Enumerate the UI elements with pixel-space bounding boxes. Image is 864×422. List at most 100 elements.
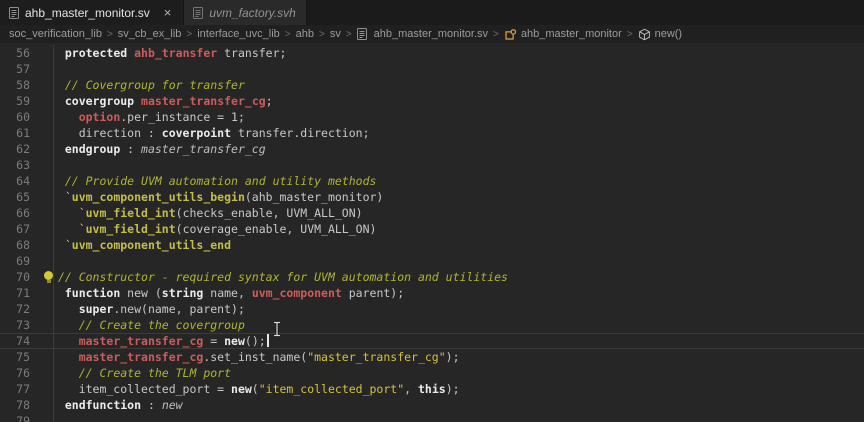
code-line-72[interactable]: 72 super.new(name, parent);	[0, 301, 864, 317]
line-number: 57	[0, 61, 30, 77]
code-line-71[interactable]: 71 function new (string name, uvm_compon…	[0, 285, 864, 301]
breadcrumb-label: ahb_master_monitor	[521, 28, 622, 40]
code-line-76[interactable]: 76 // Create the TLM port	[0, 365, 864, 381]
line-number: 65	[0, 189, 30, 205]
code-line-67[interactable]: 67 `uvm_field_int(coverage_enable, UVM_A…	[0, 221, 864, 237]
breadcrumb-separator: >	[285, 29, 291, 40]
line-number: 58	[0, 77, 30, 93]
breadcrumb-separator: >	[186, 29, 192, 40]
code-line-64[interactable]: 64 // Provide UVM automation and utility…	[0, 173, 864, 189]
code-text: `uvm_component_utils_begin(ahb_master_mo…	[51, 189, 383, 205]
line-number: 74	[0, 333, 30, 349]
code-text: `uvm_field_int(checks_enable, UVM_ALL_ON…	[51, 205, 363, 221]
file-icon	[9, 7, 19, 19]
breadcrumb-label: interface_uvc_lib	[197, 28, 280, 40]
code-text: function new (string name, uvm_component…	[51, 285, 404, 301]
mouse-cursor-ibeam	[273, 321, 281, 337]
breadcrumb-separator: >	[493, 29, 499, 40]
code-lines: 56 protected ahb_transfer transfer;5758 …	[0, 45, 864, 422]
code-text: endfunction : new	[51, 397, 183, 413]
breadcrumb-label: ahb_master_monitor.sv	[374, 28, 488, 40]
breadcrumb-item-ahb[interactable]: ahb	[296, 28, 314, 40]
class-icon	[504, 28, 517, 41]
line-number: 70	[0, 269, 30, 285]
line-number: 73	[0, 317, 30, 333]
breadcrumb-label: new()	[655, 28, 683, 40]
vscode-window: ahb_master_monitor.sv × uvm_factory.svh …	[0, 0, 864, 422]
code-text: // Create the covergroup	[51, 317, 245, 333]
breadcrumb-item-sv[interactable]: sv	[330, 28, 341, 40]
breadcrumb-separator: >	[319, 29, 325, 40]
breadcrumb: soc_verification_lib > sv_cb_ex_lib > interf…	[0, 25, 864, 43]
tab-ahb-master-monitor[interactable]: ahb_master_monitor.sv ×	[0, 0, 184, 25]
line-number: 67	[0, 221, 30, 237]
code-text: // Constructor - required syntax for UVM…	[51, 269, 508, 285]
code-text: `uvm_field_int(coverage_enable, UVM_ALL_…	[51, 221, 376, 237]
code-line-75[interactable]: 75 master_transfer_cg.set_inst_name("mas…	[0, 349, 864, 365]
code-text: option.per_instance = 1;	[51, 109, 245, 125]
breadcrumb-label: ahb	[296, 28, 314, 40]
code-line-66[interactable]: 66 `uvm_field_int(checks_enable, UVM_ALL…	[0, 205, 864, 221]
code-line-57[interactable]: 57	[0, 61, 864, 77]
lightbulb-icon[interactable]	[44, 271, 53, 283]
breadcrumb-label: soc_verification_lib	[9, 28, 102, 40]
code-line-68[interactable]: 68 `uvm_component_utils_end	[0, 237, 864, 253]
code-line-79[interactable]: 79	[0, 413, 864, 422]
tab-label: ahb_master_monitor.sv	[25, 6, 150, 20]
breadcrumb-item-ahb-master-monitor[interactable]: ahb_master_monitor	[504, 28, 622, 41]
code-line-69[interactable]: 69	[0, 253, 864, 269]
breadcrumb-label: sv_cb_ex_lib	[118, 28, 182, 40]
tab-bar: ahb_master_monitor.sv × uvm_factory.svh	[0, 0, 864, 25]
code-line-60[interactable]: 60 option.per_instance = 1;	[0, 109, 864, 125]
breadcrumb-item-new[interactable]: new()	[638, 28, 683, 41]
code-line-61[interactable]: 61 direction : coverpoint transfer.direc…	[0, 125, 864, 141]
line-number: 63	[0, 157, 30, 173]
code-line-58[interactable]: 58 // Covergroup for transfer	[0, 77, 864, 93]
code-line-59[interactable]: 59 covergroup master_transfer_cg;	[0, 93, 864, 109]
code-text: // Provide UVM automation and utility me…	[51, 173, 376, 189]
code-line-77[interactable]: 77 item_collected_port = new("item_colle…	[0, 381, 864, 397]
line-number: 64	[0, 173, 30, 189]
code-line-74[interactable]: 74 master_transfer_cg = new();	[0, 333, 864, 349]
breadcrumb-label: sv	[330, 28, 341, 40]
file-icon	[357, 28, 370, 41]
code-text: // Covergroup for transfer	[51, 77, 245, 93]
line-number: 71	[0, 285, 30, 301]
line-number: 79	[0, 413, 30, 422]
code-line-73[interactable]: 73 // Create the covergroup	[0, 317, 864, 333]
code-line-62[interactable]: 62 endgroup : master_transfer_cg	[0, 141, 864, 157]
code-line-78[interactable]: 78 endfunction : new	[0, 397, 864, 413]
line-number: 66	[0, 205, 30, 221]
code-text: direction : coverpoint transfer.directio…	[51, 125, 370, 141]
code-line-56[interactable]: 56 protected ahb_transfer transfer;	[0, 45, 864, 61]
line-number: 60	[0, 109, 30, 125]
code-line-63[interactable]: 63	[0, 157, 864, 173]
breadcrumb-separator: >	[346, 29, 352, 40]
breadcrumb-separator: >	[107, 29, 113, 40]
line-number: 62	[0, 141, 30, 157]
line-number: 68	[0, 237, 30, 253]
line-number: 76	[0, 365, 30, 381]
line-number: 77	[0, 381, 30, 397]
breadcrumb-item-interface-uvc-lib[interactable]: interface_uvc_lib	[197, 28, 280, 40]
code-text: covergroup master_transfer_cg;	[51, 93, 273, 109]
close-icon[interactable]: ×	[162, 6, 174, 19]
tab-uvm-factory[interactable]: uvm_factory.svh	[184, 0, 306, 25]
code-text: // Create the TLM port	[51, 365, 231, 381]
breadcrumb-item-soc-verification-lib[interactable]: soc_verification_lib	[9, 28, 102, 40]
code-text: endgroup : master_transfer_cg	[51, 141, 266, 157]
code-text: `uvm_component_utils_end	[51, 237, 231, 253]
breadcrumb-item-ahb-master-monitor-sv[interactable]: ahb_master_monitor.sv	[357, 28, 488, 41]
code-text: protected ahb_transfer transfer;	[51, 45, 286, 61]
code-line-70[interactable]: 70 // Constructor - required syntax for …	[0, 269, 864, 285]
line-number: 56	[0, 45, 30, 61]
breadcrumb-separator: >	[627, 29, 633, 40]
text-caret	[267, 334, 269, 347]
code-text: item_collected_port = new("item_collecte…	[51, 381, 460, 397]
method-icon	[638, 28, 651, 41]
line-number: 59	[0, 93, 30, 109]
code-line-65[interactable]: 65 `uvm_component_utils_begin(ahb_master…	[0, 189, 864, 205]
code-editor[interactable]: 56 protected ahb_transfer transfer;5758 …	[0, 43, 864, 422]
code-text: master_transfer_cg = new();	[51, 333, 269, 349]
breadcrumb-item-sv-cb-ex-lib[interactable]: sv_cb_ex_lib	[118, 28, 182, 40]
